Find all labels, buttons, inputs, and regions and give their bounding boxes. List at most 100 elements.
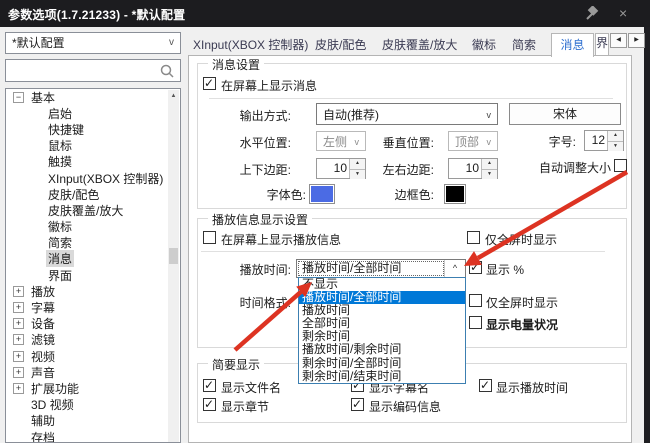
tree-item-playback[interactable]: +播放 <box>6 283 180 299</box>
tree-item-video[interactable]: +视频 <box>6 348 180 364</box>
tab-skin-overlay[interactable]: 皮肤覆盖/放大 <box>382 36 457 54</box>
expand-icon[interactable]: + <box>13 367 24 378</box>
output-mode-label: 输出方式: <box>209 107 291 124</box>
checkbox-show-codec-info[interactable] <box>351 398 364 411</box>
tab-scroll-left-button[interactable]: ◀ <box>610 33 627 48</box>
checkbox-label: 仅全屏时显示 <box>486 294 558 311</box>
bordercolor-label: 边框色: <box>352 186 434 203</box>
checkbox-fullscreen-only-mid[interactable] <box>469 294 482 307</box>
divider <box>201 251 605 252</box>
checkbox-show-battery[interactable] <box>469 316 482 329</box>
vpos-select[interactable]: 顶部 v <box>448 131 498 151</box>
output-mode-select[interactable]: 自动(推荐) v <box>316 103 498 125</box>
checkbox-show-percent[interactable] <box>469 261 482 274</box>
font-button[interactable]: 宋体 <box>509 103 621 125</box>
checkbox-label: 显示电量状况 <box>486 316 558 333</box>
fontcolor-swatch[interactable] <box>309 184 335 204</box>
chevron-down-icon: v <box>487 104 492 126</box>
checkbox-show-filename[interactable] <box>203 379 216 392</box>
tree-item-audio[interactable]: +声音 <box>6 364 180 380</box>
tree-item-logo[interactable]: 徽标 <box>6 219 180 235</box>
search-input[interactable] <box>5 59 181 82</box>
close-icon[interactable]: × <box>619 5 627 21</box>
tab-xinput[interactable]: XInput(XBOX 控制器) <box>193 36 308 54</box>
checkbox-show-playinfo-on-screen[interactable] <box>203 231 216 244</box>
tree-item-devices[interactable]: +设备 <box>6 316 180 332</box>
tab-index[interactable]: 简索 <box>512 36 536 54</box>
tree-item-3d-video[interactable]: 3D 视频 <box>6 397 180 413</box>
dropdown-item[interactable]: 剩余时间 <box>299 330 465 343</box>
fontsize-stepper[interactable]: 12 ▲▼ <box>584 130 624 151</box>
tree-item-basic[interactable]: −基本 <box>6 89 180 105</box>
group-title: 消息设置 <box>208 56 264 73</box>
dropdown-item[interactable]: 播放时间 <box>299 304 465 317</box>
checkbox-autosize[interactable] <box>614 159 627 172</box>
tree-scrollbar[interactable]: ▲ <box>168 90 179 442</box>
checkbox-label: 显示文件名 <box>221 379 281 396</box>
expand-icon[interactable]: + <box>13 334 24 345</box>
tree-item-archive[interactable]: 存档 <box>6 429 180 443</box>
tree-item-skin-overlay[interactable]: 皮肤覆盖/放大 <box>6 202 180 218</box>
scroll-up-icon[interactable]: ▲ <box>168 90 179 102</box>
spin-down-icon[interactable]: ▼ <box>608 141 623 152</box>
tree-item-assist[interactable]: 辅助 <box>6 413 180 429</box>
expand-icon[interactable]: + <box>13 351 24 362</box>
tree-item-extensions[interactable]: +扩展功能 <box>6 380 180 396</box>
dropdown-item[interactable]: 剩余时间/结束时间 <box>299 370 465 383</box>
checkbox-show-message-on-screen[interactable] <box>203 77 216 90</box>
dropdown-item[interactable]: 剩余时间/全部时间 <box>299 357 465 370</box>
tree-item-subtitles[interactable]: +字幕 <box>6 299 180 315</box>
expand-icon[interactable]: + <box>13 302 24 313</box>
checkbox-fullscreen-only-top[interactable] <box>467 231 480 244</box>
playtime-combobox[interactable]: 播放时间/全部时间 ^ <box>296 259 466 278</box>
expand-icon[interactable]: + <box>13 318 24 329</box>
tab-scroll-right-button[interactable]: ▶ <box>628 33 645 48</box>
pin-icon[interactable] <box>583 6 599 22</box>
window-title: 参数选项(1.7.21233) - *默认配置 <box>8 6 185 23</box>
checkbox-label: 在屏幕上显示播放信息 <box>221 231 341 248</box>
playtime-dropdown-list: 不显示 播放时间/全部时间 播放时间 全部时间 剩余时间 播放时间/剩余时间 剩… <box>298 277 466 384</box>
bordercolor-swatch[interactable] <box>444 184 466 204</box>
expand-icon[interactable]: + <box>13 286 24 297</box>
tree-item-skin[interactable]: 皮肤/配色 <box>6 186 180 202</box>
dropdown-item-selected[interactable]: 播放时间/全部时间 <box>299 291 465 304</box>
tab-content-panel: 消息设置 在屏幕上显示消息 输出方式: 自动(推荐) v 宋体 水平位置: 左侧… <box>188 55 632 443</box>
tree-item-hotkeys[interactable]: 快捷键 <box>6 121 180 137</box>
tab-skin[interactable]: 皮肤/配色 <box>315 36 366 54</box>
tree-item-interface[interactable]: 界面 <box>6 267 180 283</box>
checkbox-show-playtime[interactable] <box>479 379 492 392</box>
hpos-label: 水平位置: <box>209 134 291 151</box>
tree-item-message[interactable]: 消息 <box>6 251 180 267</box>
playtime-label: 播放时间: <box>219 261 291 278</box>
title-bar: 参数选项(1.7.21233) - *默认配置 × <box>0 0 650 27</box>
chevron-up-icon[interactable]: ^ <box>444 260 465 277</box>
tab-message[interactable]: 消息 <box>551 33 594 57</box>
tree-item-touch[interactable]: 触摸 <box>6 154 180 170</box>
settings-tree: −基本 启始 快捷键 鼠标 触摸 XInput(XBOX 控制器) 皮肤/配色 … <box>5 88 181 443</box>
hmargin-label: 左右边距: <box>352 161 434 178</box>
dropdown-item[interactable]: 全部时间 <box>299 317 465 330</box>
chevron-down-icon: v <box>487 132 492 152</box>
tree-item-start[interactable]: 启始 <box>6 105 180 121</box>
dropdown-item[interactable]: 播放时间/剩余时间 <box>299 343 465 356</box>
group-title: 简要显示 <box>208 356 264 373</box>
spin-down-icon[interactable]: ▼ <box>482 169 497 180</box>
tab-interface-clipped[interactable]: 界面 <box>595 33 609 56</box>
expand-icon[interactable]: + <box>13 383 24 394</box>
autosize-label: 自动调整大小 <box>523 159 611 176</box>
checkbox-show-chapter[interactable] <box>203 398 216 411</box>
tree-item-xinput[interactable]: XInput(XBOX 控制器) <box>6 170 180 186</box>
spin-up-icon[interactable]: ▲ <box>482 159 497 169</box>
checkbox-label: 在屏幕上显示消息 <box>221 77 317 94</box>
tree-item-index[interactable]: 简索 <box>6 235 180 251</box>
group-title: 播放信息显示设置 <box>208 211 312 228</box>
hmargin-stepper[interactable]: 10 ▲▼ <box>448 158 498 179</box>
scrollbar-thumb[interactable] <box>169 248 178 264</box>
tab-logo[interactable]: 徽标 <box>472 36 496 54</box>
tree-item-filters[interactable]: +滤镜 <box>6 332 180 348</box>
dropdown-item[interactable]: 不显示 <box>299 278 465 291</box>
collapse-icon[interactable]: − <box>13 92 24 103</box>
tree-item-mouse[interactable]: 鼠标 <box>6 138 180 154</box>
spin-up-icon[interactable]: ▲ <box>608 131 623 141</box>
profile-select[interactable]: *默认配置 v <box>5 32 181 54</box>
